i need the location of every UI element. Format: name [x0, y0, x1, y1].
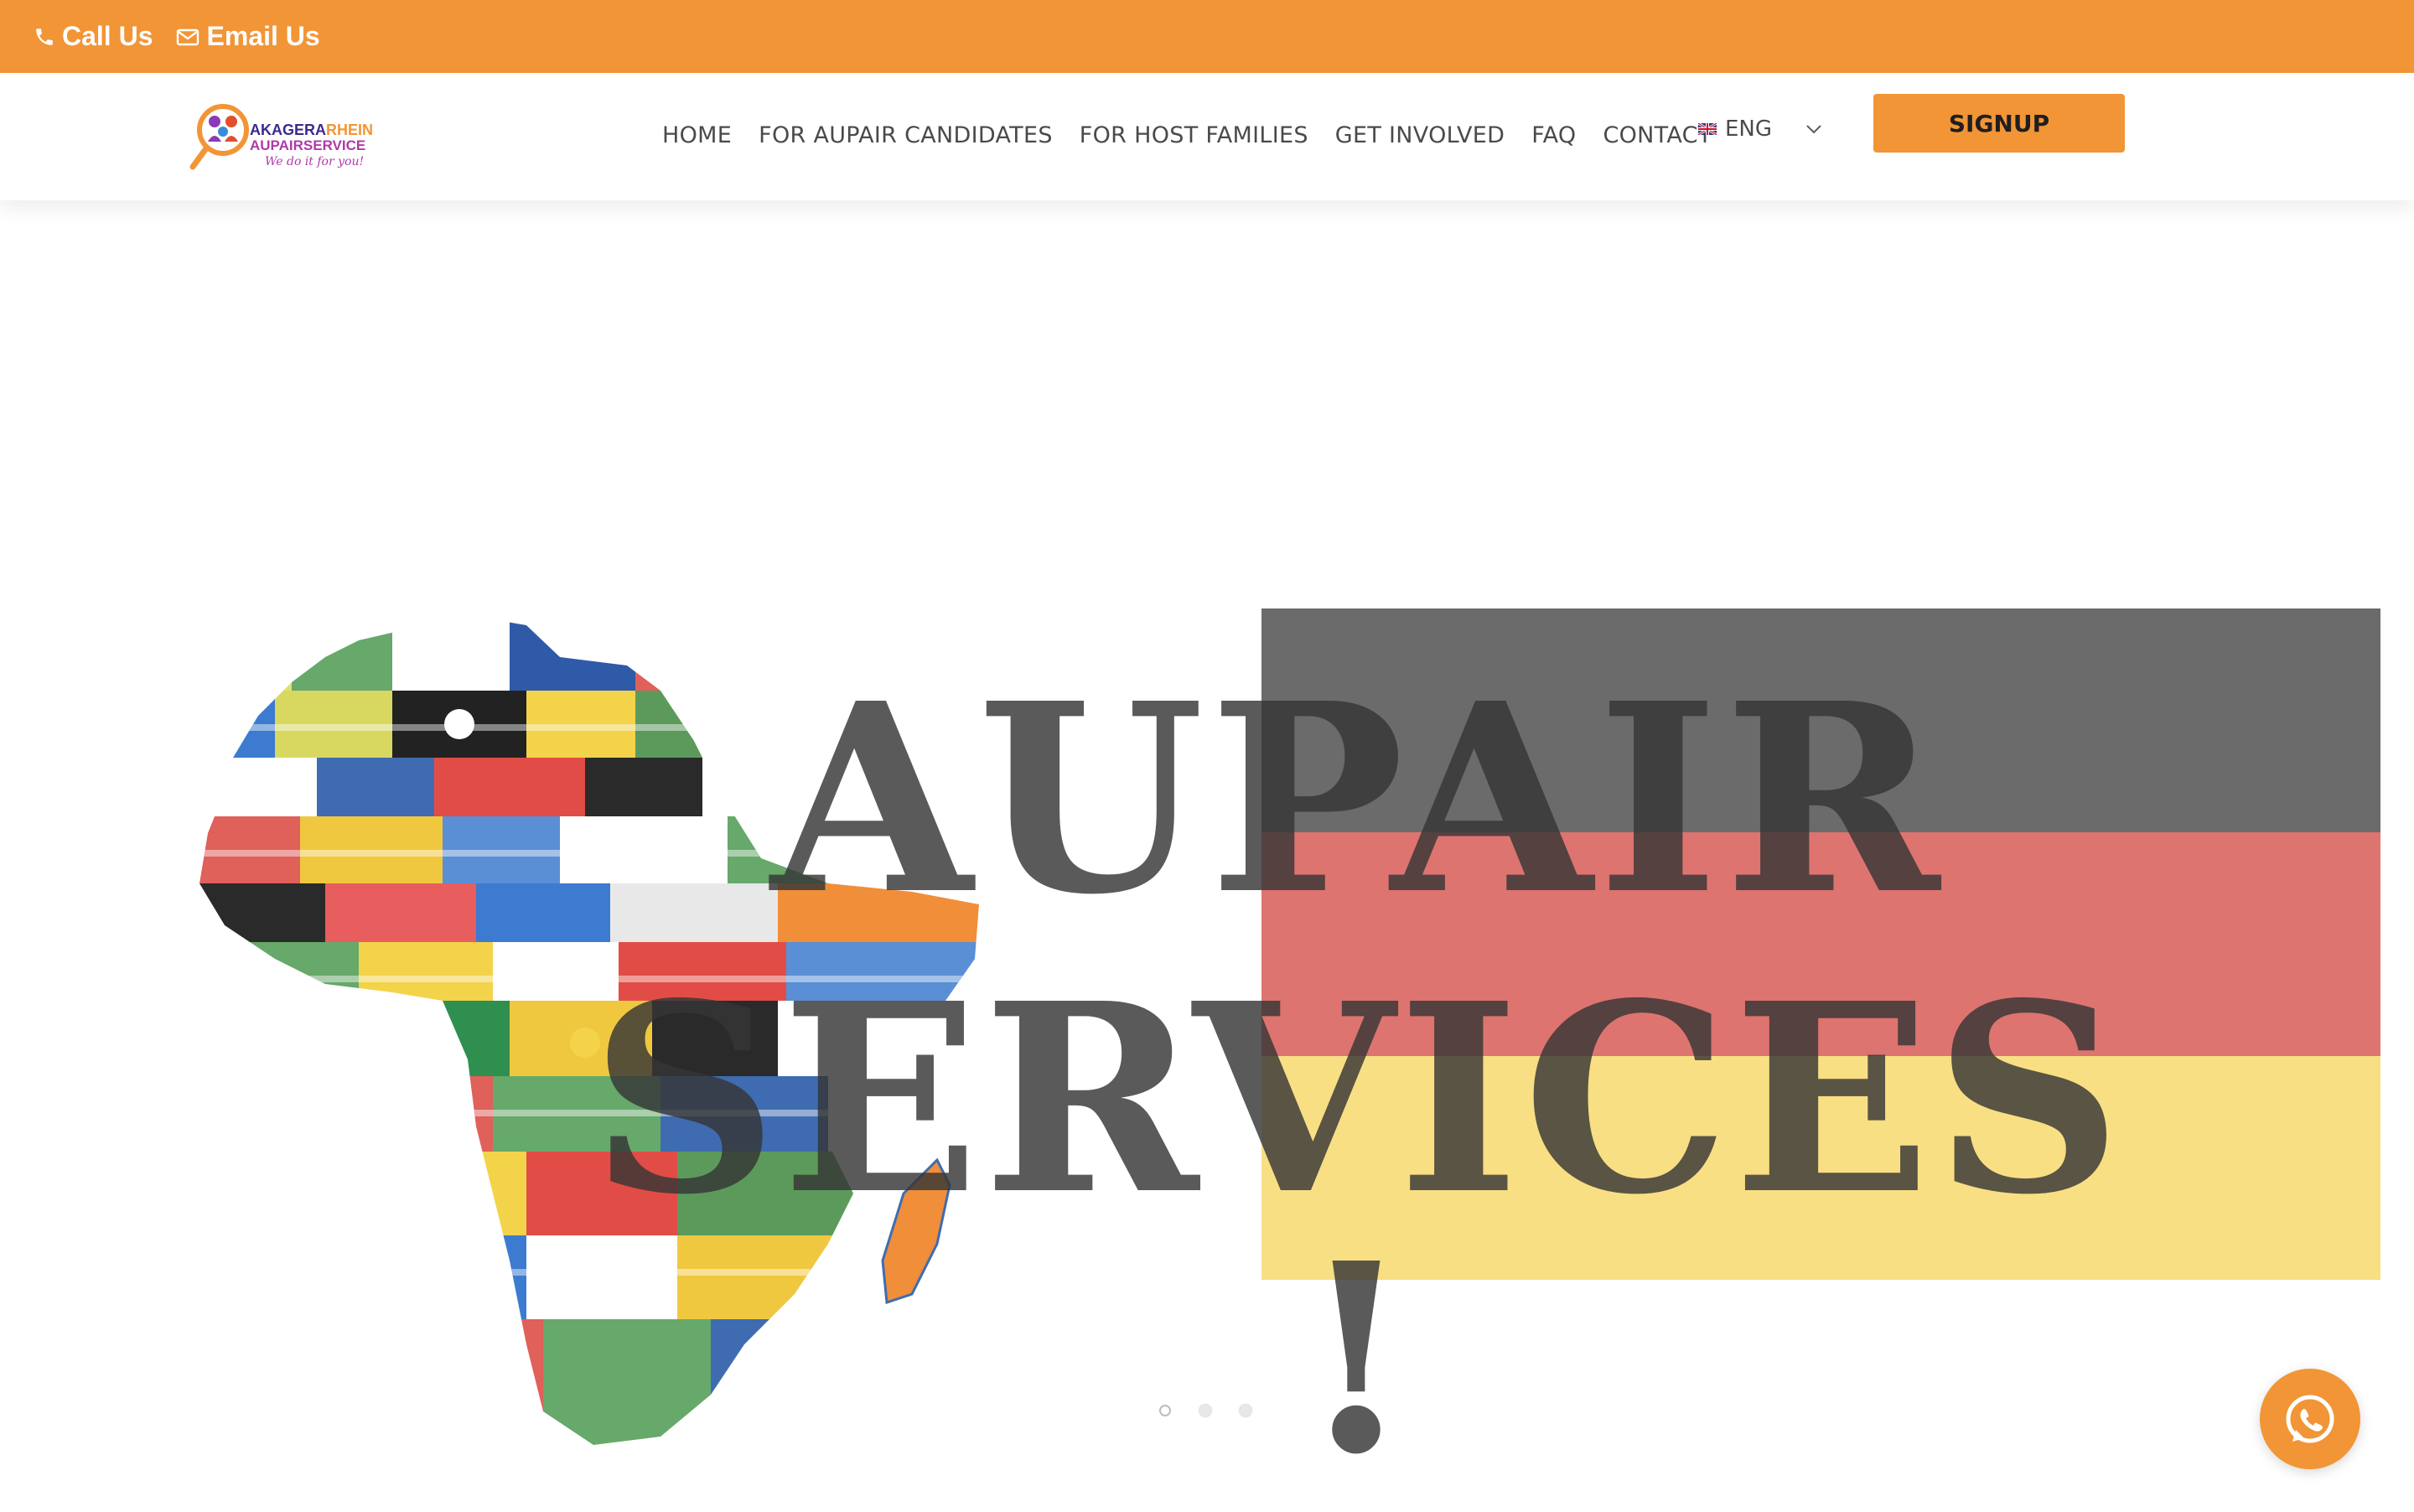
- signup-button[interactable]: SIGNUP: [1873, 94, 2125, 153]
- nav-home[interactable]: HOME: [662, 122, 732, 148]
- chevron-down-icon: [1806, 125, 1821, 134]
- svg-text:AKAGERARHEIN: AKAGERARHEIN: [250, 122, 373, 138]
- nav-faq[interactable]: FAQ: [1531, 122, 1576, 148]
- envelope-icon: [177, 28, 199, 45]
- phone-icon: [36, 28, 53, 45]
- svg-text:We do it for you!: We do it for you!: [265, 155, 364, 168]
- whatsapp-icon: [2286, 1395, 2334, 1443]
- uk-flag-icon: [1698, 123, 1717, 135]
- nav-host-families[interactable]: FOR HOST FAMILIES: [1080, 122, 1308, 148]
- hero-title-line2: SERVICES !: [590, 947, 2126, 1512]
- hero-title-line1: AUPAIR: [770, 647, 1945, 952]
- svg-text:AUPAIRSERVICE: AUPAIRSERVICE: [250, 137, 365, 153]
- hero-title: AUPAIR SERVICES !: [570, 670, 2146, 1489]
- top-contact-bar: Call Us Email Us: [0, 0, 2414, 73]
- hero-slider: AUPAIR SERVICES !: [0, 200, 2414, 1489]
- main-nav: HOME FOR AUPAIR CANDIDATES FOR HOST FAMI…: [662, 110, 1739, 160]
- nav-contact[interactable]: CONTACT: [1603, 122, 1712, 148]
- site-header: AKAGERARHEIN AUPAIRSERVICE We do it for …: [0, 73, 2414, 200]
- email-us-link[interactable]: Email Us: [176, 21, 320, 52]
- slider-dot-1[interactable]: [1159, 1405, 1171, 1416]
- slider-pagination: [1159, 1405, 1280, 1416]
- site-logo[interactable]: AKAGERARHEIN AUPAIRSERVICE We do it for …: [188, 100, 389, 172]
- call-us-label: Call Us: [62, 21, 153, 51]
- call-us-link[interactable]: Call Us: [34, 21, 153, 52]
- language-selector[interactable]: ENG: [1698, 117, 1822, 142]
- slider-dot-3[interactable]: [1240, 1405, 1251, 1416]
- slider-dot-2[interactable]: [1199, 1405, 1211, 1416]
- whatsapp-chat-button[interactable]: [2260, 1369, 2360, 1469]
- nav-aupair-candidates[interactable]: FOR AUPAIR CANDIDATES: [759, 122, 1053, 148]
- email-us-label: Email Us: [206, 21, 320, 51]
- nav-get-involved[interactable]: GET INVOLVED: [1335, 122, 1505, 148]
- language-label: ENG: [1725, 117, 1773, 142]
